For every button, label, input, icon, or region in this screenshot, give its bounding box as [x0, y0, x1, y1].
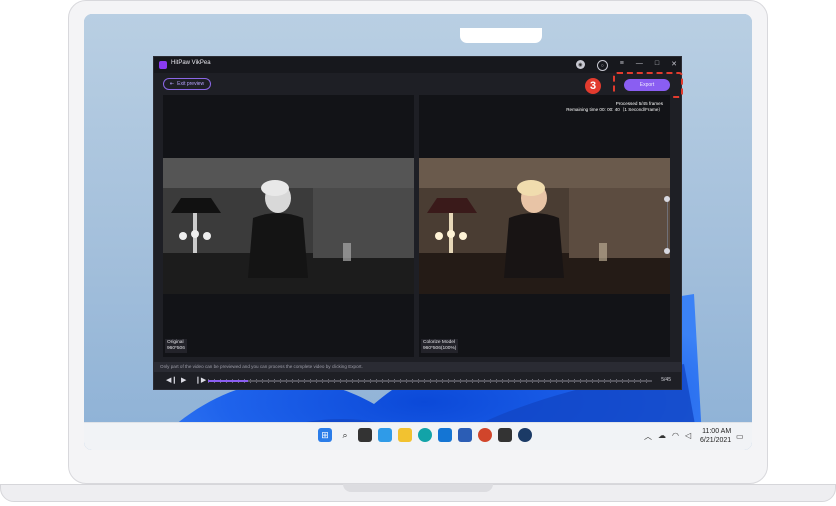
colorized-preview-panel: Colorize Model 960*506(100%): [419, 95, 670, 357]
info-message: Only part of the video can be previewed …: [154, 362, 681, 372]
original-video-frame: [163, 158, 414, 294]
zoom-slider-track: [667, 196, 668, 254]
colorized-video-frame: [419, 158, 670, 294]
zoom-slider[interactable]: [664, 196, 670, 254]
playback-bar: ◀❙ ▶ ❙▶ 5/45: [154, 373, 681, 389]
camera-notch: [460, 28, 542, 43]
colorized-resolution: 960*506(100%): [423, 346, 457, 351]
volume-icon[interactable]: ◁: [685, 431, 691, 442]
exit-preview-button[interactable]: ⇤ Exit preview: [163, 78, 211, 90]
user-icon[interactable]: ○: [596, 60, 608, 71]
task-view-icon[interactable]: [358, 428, 372, 442]
title-bar: HitPaw VikPea ◉ ○ ≡ — □ ✕: [154, 57, 681, 73]
powerpoint-icon[interactable]: [478, 428, 492, 442]
step-marker: 3: [585, 78, 601, 94]
frame-counter: 5/45: [661, 377, 671, 383]
edge-icon[interactable]: [418, 428, 432, 442]
original-preview-panel: Original 960*506: [163, 95, 414, 357]
clock-date: 6/21/2021: [700, 437, 732, 444]
toolbar: ⇤ Exit preview 3 Export: [154, 72, 683, 98]
minimize-icon[interactable]: —: [636, 60, 643, 71]
clock-time: 11:00 AM: [702, 428, 732, 435]
processing-status: Processed 5/45 frames Remaining time 00:…: [566, 101, 663, 113]
notification-icon[interactable]: ▭: [736, 432, 744, 441]
exit-icon: ⇤: [169, 81, 175, 87]
zoom-in-handle[interactable]: [664, 196, 670, 202]
chevron-up-icon[interactable]: ︿: [644, 431, 652, 442]
store-icon[interactable]: [498, 428, 512, 442]
clock[interactable]: 11:00 AM 6/21/2021: [700, 427, 731, 445]
windows-start-icon[interactable]: ⊞: [318, 428, 332, 442]
system-tray: ︿ ☁ ◠ ◁: [644, 431, 691, 442]
next-frame-icon[interactable]: ❙▶: [195, 376, 206, 384]
timeline-progress: [208, 380, 248, 382]
laptop-notch: [343, 484, 493, 492]
outlook-icon[interactable]: [438, 428, 452, 442]
file-explorer-icon[interactable]: [398, 428, 412, 442]
app-logo-icon: [159, 61, 167, 69]
zoom-out-handle[interactable]: [664, 248, 670, 254]
search-icon[interactable]: ⌕: [338, 428, 352, 442]
steam-icon[interactable]: [518, 428, 532, 442]
account-icon[interactable]: ◉: [575, 60, 585, 69]
app-window: HitPaw VikPea ◉ ○ ≡ — □ ✕ ⇤ Exit preview…: [153, 56, 683, 390]
cloud-icon[interactable]: ☁: [658, 431, 666, 442]
colorized-label: Colorize Model 960*506(100%): [421, 339, 459, 353]
word-icon[interactable]: [458, 428, 472, 442]
timeline-track[interactable]: [208, 380, 652, 382]
previous-frame-icon[interactable]: ◀❙: [166, 376, 177, 384]
original-label: Original 960*506: [165, 339, 187, 353]
app-title: HitPaw VikPea: [171, 60, 211, 66]
menu-icon[interactable]: ≡: [620, 60, 624, 71]
play-icon[interactable]: ▶: [181, 376, 186, 384]
exit-preview-label: Exit preview: [177, 81, 205, 87]
original-resolution: 960*506: [167, 346, 185, 351]
widgets-icon[interactable]: [378, 428, 392, 442]
maximize-icon[interactable]: □: [655, 60, 659, 71]
remaining-time: Remaining time 00: 00: 40（1 Second/Frame…: [566, 107, 663, 112]
wifi-icon[interactable]: ◠: [672, 431, 679, 442]
close-icon[interactable]: ✕: [671, 60, 677, 71]
taskbar: ⊞ ⌕ ︿ ☁ ◠ ◁ 11:00 AM 6/21/2021 ▭: [84, 422, 752, 450]
